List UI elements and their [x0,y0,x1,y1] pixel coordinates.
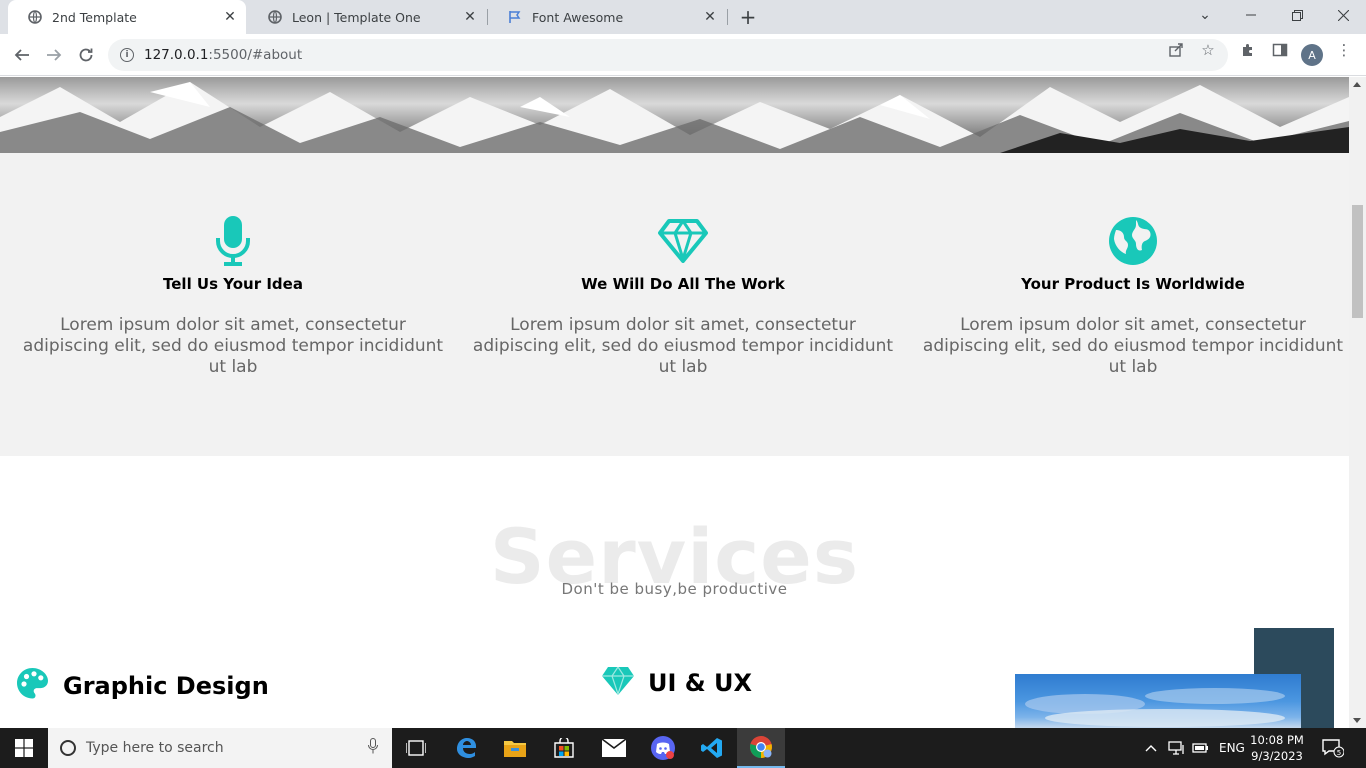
microphone-icon[interactable] [368,738,378,758]
bookmark-star-icon[interactable]: ☆ [1198,40,1218,60]
notification-count: 5 [1337,749,1341,757]
tab-2nd-template[interactable]: 2nd Template ✕ [8,0,246,34]
microsoft-store-icon[interactable] [540,728,588,768]
new-tab-button[interactable]: + [736,5,760,29]
taskbar-search-input[interactable]: Type here to search [48,728,392,768]
clock-date: 9/3/2023 [1251,749,1303,763]
gem-icon [602,665,634,699]
feature-card: We Will Do All The Work Lorem ipsum dolo… [458,215,908,378]
windows-start-icon[interactable] [0,728,48,768]
service-ui-ux: UI & UX [602,665,753,699]
globe-icon [908,215,1349,267]
browser-toolbar: i 127.0.0.1:5500/#about ☆ A ⋮ [0,34,1366,76]
cortana-icon [60,740,76,756]
tab-strip: 2nd Template ✕ Leon | Template One ✕ Fon… [0,0,1366,34]
url-host: 127.0.0.1 [144,47,209,63]
close-icon[interactable]: ✕ [220,7,240,27]
network-icon[interactable] [1168,728,1186,768]
windows-taskbar: Type here to search ENG 10:08 PM 9/3/202… [0,728,1366,768]
mail-icon[interactable] [590,728,638,768]
restore-button[interactable] [1274,0,1320,30]
tab-title: Leon | Template One [292,9,421,25]
feature-text: Lorem ipsum dolor sit amet, consectetur … [472,315,894,377]
scroll-down-arrow-icon[interactable] [1353,718,1361,723]
globe-icon [28,10,42,24]
chrome-icon[interactable] [737,728,785,768]
tab-leon-template-one[interactable]: Leon | Template One ✕ [248,0,486,34]
profile-avatar[interactable]: A [1301,44,1323,66]
globe-icon [268,10,282,24]
hero-mountain-image [0,77,1349,153]
close-window-button[interactable] [1320,0,1366,30]
services-heading: Services Don't be busy,be productive [0,517,1349,599]
feature-title: We Will Do All The Work [581,275,785,293]
clock-time: 10:08 PM [1250,733,1304,747]
taskbar-clock[interactable]: 10:08 PM 9/3/2023 [1248,732,1306,764]
gem-icon [458,215,908,267]
minimize-button[interactable] [1228,0,1274,30]
site-info-icon[interactable]: i [120,48,134,62]
back-button[interactable] [8,41,36,69]
microphone-icon [8,215,458,267]
close-icon[interactable]: ✕ [460,7,480,27]
feature-title: Your Product Is Worldwide [1021,275,1245,293]
forward-button[interactable] [40,41,68,69]
feature-card: Your Product Is Worldwide Lorem ipsum do… [908,215,1349,378]
scroll-up-arrow-icon[interactable] [1353,82,1361,87]
page-viewport: Tell Us Your Idea Lorem ipsum dolor sit … [0,77,1349,728]
tab-font-awesome[interactable]: Font Awesome ✕ [488,0,726,34]
feature-text: Lorem ipsum dolor sit amet, consectetur … [922,315,1344,377]
feature-text: Lorem ipsum dolor sit amet, consectetur … [22,315,444,377]
feature-title: Tell Us Your Idea [163,275,303,293]
address-bar[interactable]: i 127.0.0.1:5500/#about [108,39,1228,71]
menu-kebab-icon[interactable]: ⋮ [1334,40,1354,60]
side-panel-icon[interactable] [1270,40,1290,60]
service-title: UI & UX [648,669,753,697]
tab-title: Font Awesome [532,9,624,25]
file-explorer-icon[interactable] [491,728,539,768]
features-section: Tell Us Your Idea Lorem ipsum dolor sit … [0,153,1349,456]
service-graphic-design: Graphic Design [16,667,269,704]
close-icon[interactable]: ✕ [700,7,720,27]
search-placeholder: Type here to search [86,740,224,756]
share-icon[interactable] [1166,40,1186,60]
palette-icon [16,667,49,704]
service-title: Graphic Design [63,671,269,700]
tab-separator [727,9,728,25]
tab-search-icon[interactable]: ⌄ [1182,0,1228,30]
sky-image [1015,674,1301,728]
flag-icon [508,10,522,24]
edge-browser-icon[interactable] [442,728,490,768]
notification-center-icon[interactable]: 5 [1322,728,1344,768]
scrollbar-thumb[interactable] [1352,205,1363,318]
page-scrollbar[interactable] [1349,77,1366,728]
show-hidden-icons-chevron-icon[interactable] [1145,728,1157,768]
tab-title: 2nd Template [52,9,137,25]
task-view-icon[interactable] [392,728,440,768]
vscode-icon[interactable] [688,728,736,768]
extensions-puzzle-icon[interactable] [1238,40,1258,60]
feature-card: Tell Us Your Idea Lorem ipsum dolor sit … [8,215,458,378]
discord-icon[interactable] [639,728,687,768]
reload-button[interactable] [72,41,100,69]
battery-icon[interactable] [1192,728,1210,768]
services-subtitle: Don't be busy,be productive [561,580,788,598]
language-indicator[interactable]: ENG [1219,728,1245,768]
url-path: :5500/#about [208,47,303,63]
